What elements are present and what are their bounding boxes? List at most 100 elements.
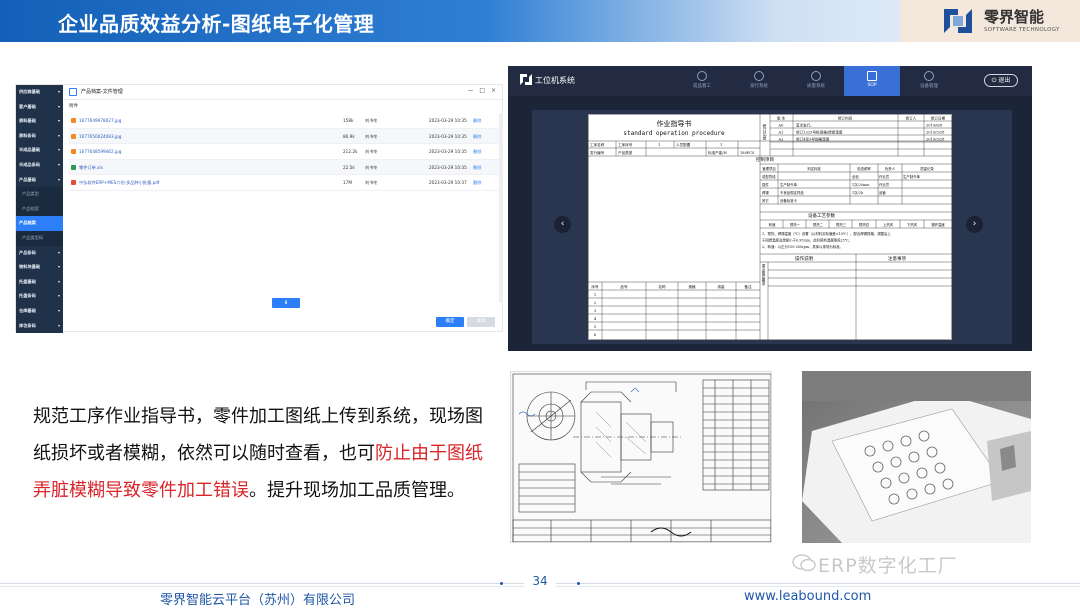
file-name[interactable]: 中弘软件ERP+MES介绍-多品种小批量.pdf: [79, 175, 159, 191]
tab-1[interactable]: 发行系统: [731, 66, 787, 96]
file-uploader: 刘书冬: [365, 133, 378, 139]
sidebar-item[interactable]: 供应商基础 ▾: [16, 85, 63, 100]
rev-side-label: 修订记录: [763, 123, 768, 141]
control-text: 不良品规定样品: [780, 190, 804, 195]
chevron-down-icon: ▾: [57, 176, 60, 182]
window-controls[interactable]: — □ ×: [467, 87, 498, 94]
tab-icon: [754, 71, 764, 81]
sidebar-item-label: 产品条码: [19, 249, 36, 255]
sidebar-item[interactable]: 库位条码 ▾: [16, 319, 63, 334]
rev-date: 2019/3/28: [926, 138, 945, 142]
tab-icon: [867, 71, 877, 81]
prev-page-button[interactable]: ‹: [554, 216, 571, 233]
slide: 企业品质效益分析-图纸电子化管理 零界智能 SOFTWARE TECHNOLOG…: [0, 0, 1080, 611]
download-button[interactable]: ⬇: [272, 298, 300, 308]
tab-3[interactable]: SOP: [844, 66, 900, 96]
chevron-down-icon: ▾: [57, 322, 60, 328]
note-line: 2、转速：以正为150-260rpm，具体以现场为标准。: [762, 244, 843, 249]
sidebar-item[interactable]: 原料条码 ▾: [16, 129, 63, 144]
chevron-down-icon: ▾: [57, 307, 60, 313]
sidebar-item[interactable]: 产品条码 ▾: [16, 246, 63, 261]
file-type-icon: [71, 149, 76, 155]
sidebar-item[interactable]: 产品基础 ▾: [16, 173, 63, 188]
control-title: 控制项目: [756, 156, 774, 163]
tab-2[interactable]: 质量系统: [788, 66, 844, 96]
exit-button[interactable]: ⏻ 退出: [984, 74, 1018, 87]
file-row[interactable]: 1677648599462.jpg 212.2k 刘书冬 2023-03-29 10:…: [69, 144, 501, 160]
control-col: 管理项目: [762, 166, 776, 171]
chevron-down-icon: ▾: [57, 89, 60, 94]
next-page-button[interactable]: ›: [966, 216, 983, 233]
parts-col: 序号: [591, 284, 599, 289]
sidebar-item[interactable]: 托盘基础 ▾: [16, 275, 63, 290]
parts-row: 3: [594, 309, 597, 313]
control-col: 质量记录: [920, 166, 934, 171]
file-manager-sidebar: 供应商基础 ▾ 客户基础 ▾ 原料基础 ▾ 原料条码 ▾ 半成品基础 ▾ 半成品条码 ▾ 产品基础 ▾ 产品…: [16, 85, 63, 333]
sidebar-item[interactable]: 产品类型码: [16, 230, 63, 246]
watermark-text: ERP数字化工厂: [818, 555, 958, 577]
parts-col: 备注: [744, 284, 752, 289]
attachment-label: 附件: [69, 104, 78, 109]
rev-version: A1: [778, 131, 784, 135]
file-size: 86.9k: [343, 133, 355, 139]
description-paragraph: 规范工序作业指导书，零件加工图纸上传到系统，现场图纸损坏或者模糊，依然可以随时查…: [33, 398, 483, 509]
file-date: 2023-03-29 10:35: [429, 118, 467, 123]
close-button[interactable]: 关闭: [467, 317, 495, 327]
file-name[interactable]: 1677648599462.jpg: [79, 144, 121, 160]
file-row[interactable]: 1677650024083.jpg 86.9k 刘书冬 2023-03-29 10:3…: [69, 128, 501, 145]
delete-link[interactable]: 删除: [473, 144, 481, 160]
sidebar-item[interactable]: 物料块基础 ▾: [16, 260, 63, 275]
file-row[interactable]: 零件订单.xls 22.5k 刘书冬 2023-03-29 10:35 删除: [69, 159, 501, 176]
file-size: 212.2k: [343, 149, 358, 155]
tab-4[interactable]: 设备管理: [901, 66, 957, 96]
file-list-scrollbar[interactable]: [499, 113, 503, 303]
rev-date: 2019/3/28: [926, 131, 945, 135]
file-name[interactable]: 1677649978027.jpg: [79, 113, 121, 129]
file-row[interactable]: 1677649978027.jpg 158k 刘书冬 2023-03-29 10:35…: [69, 113, 501, 129]
sidebar-item[interactable]: 仓库基础 ▾: [16, 304, 63, 319]
file-name[interactable]: 1677650024083.jpg: [79, 129, 121, 145]
confirm-button[interactable]: 确定: [436, 317, 464, 327]
control-row: 其它: [762, 198, 769, 203]
sidebar-item[interactable]: 客户基础 ▾: [16, 100, 63, 115]
chevron-down-icon: ▾: [57, 118, 60, 124]
file-size: 22.5k: [343, 164, 355, 170]
delete-link[interactable]: 删除: [473, 129, 481, 145]
sidebar-item[interactable]: 产品类型: [16, 187, 63, 202]
delete-link[interactable]: 删除: [473, 113, 481, 129]
control-val: 生产制令单: [903, 174, 921, 179]
file-manager-titlebar: 产品档案-文件管理 — □ ×: [63, 85, 502, 100]
control-col: 判定标准: [807, 166, 821, 171]
file-name[interactable]: 零件订单.xls: [79, 160, 103, 176]
control-val: 作业员: [879, 182, 890, 187]
sidebar-item[interactable]: 半成品基础 ▾: [16, 143, 63, 158]
sidebar-item[interactable]: 产品档案: [16, 216, 63, 231]
control-col: 检查频率: [857, 166, 871, 171]
tab-label: 设备管理: [920, 84, 938, 89]
sidebar-item-label: 半成品条码: [19, 161, 40, 167]
control-val: 品管: [879, 190, 886, 195]
delete-link[interactable]: 删除: [473, 160, 481, 176]
drawing-illustration: [512, 373, 771, 542]
sidebar-item[interactable]: 产品档案: [16, 201, 63, 217]
footer-url[interactable]: www.leabound.com: [744, 589, 871, 604]
tab-0[interactable]: 成品看工: [674, 66, 730, 96]
delete-link[interactable]: 删除: [473, 175, 481, 191]
parts-col: 规格: [688, 284, 696, 289]
footer-company[interactable]: 零界智能云平台（苏州）有限公司: [160, 589, 355, 608]
equip-col: 转速: [769, 222, 776, 227]
control-val: 1次/2h: [852, 190, 864, 195]
file-row[interactable]: 中弘软件ERP+MES介绍-多品种小批量.pdf 17M 刘书冬 2023-03-29…: [69, 175, 501, 191]
sidebar-item[interactable]: 原料基础 ▾: [16, 114, 63, 129]
sop-title-en: standard operation procedure: [623, 130, 725, 137]
equip-title: 设备工艺参数: [808, 212, 835, 219]
sidebar-item[interactable]: 托盘条码 ▾: [16, 289, 63, 304]
info-cell: 人员配置: [676, 142, 691, 147]
brand-subtitle: SOFTWARE TECHNOLOGY: [984, 27, 1060, 33]
file-uploader: 刘书冬: [365, 180, 378, 186]
sidebar-item-label: 仓库基础: [19, 307, 36, 313]
file-uploader: 刘书冬: [365, 164, 378, 170]
sidebar-item[interactable]: 半成品条码 ▾: [16, 158, 63, 173]
sop-document: 作业指导书 standard operation procedure 修订记录 …: [588, 114, 952, 340]
file-type-icon: [71, 133, 76, 139]
